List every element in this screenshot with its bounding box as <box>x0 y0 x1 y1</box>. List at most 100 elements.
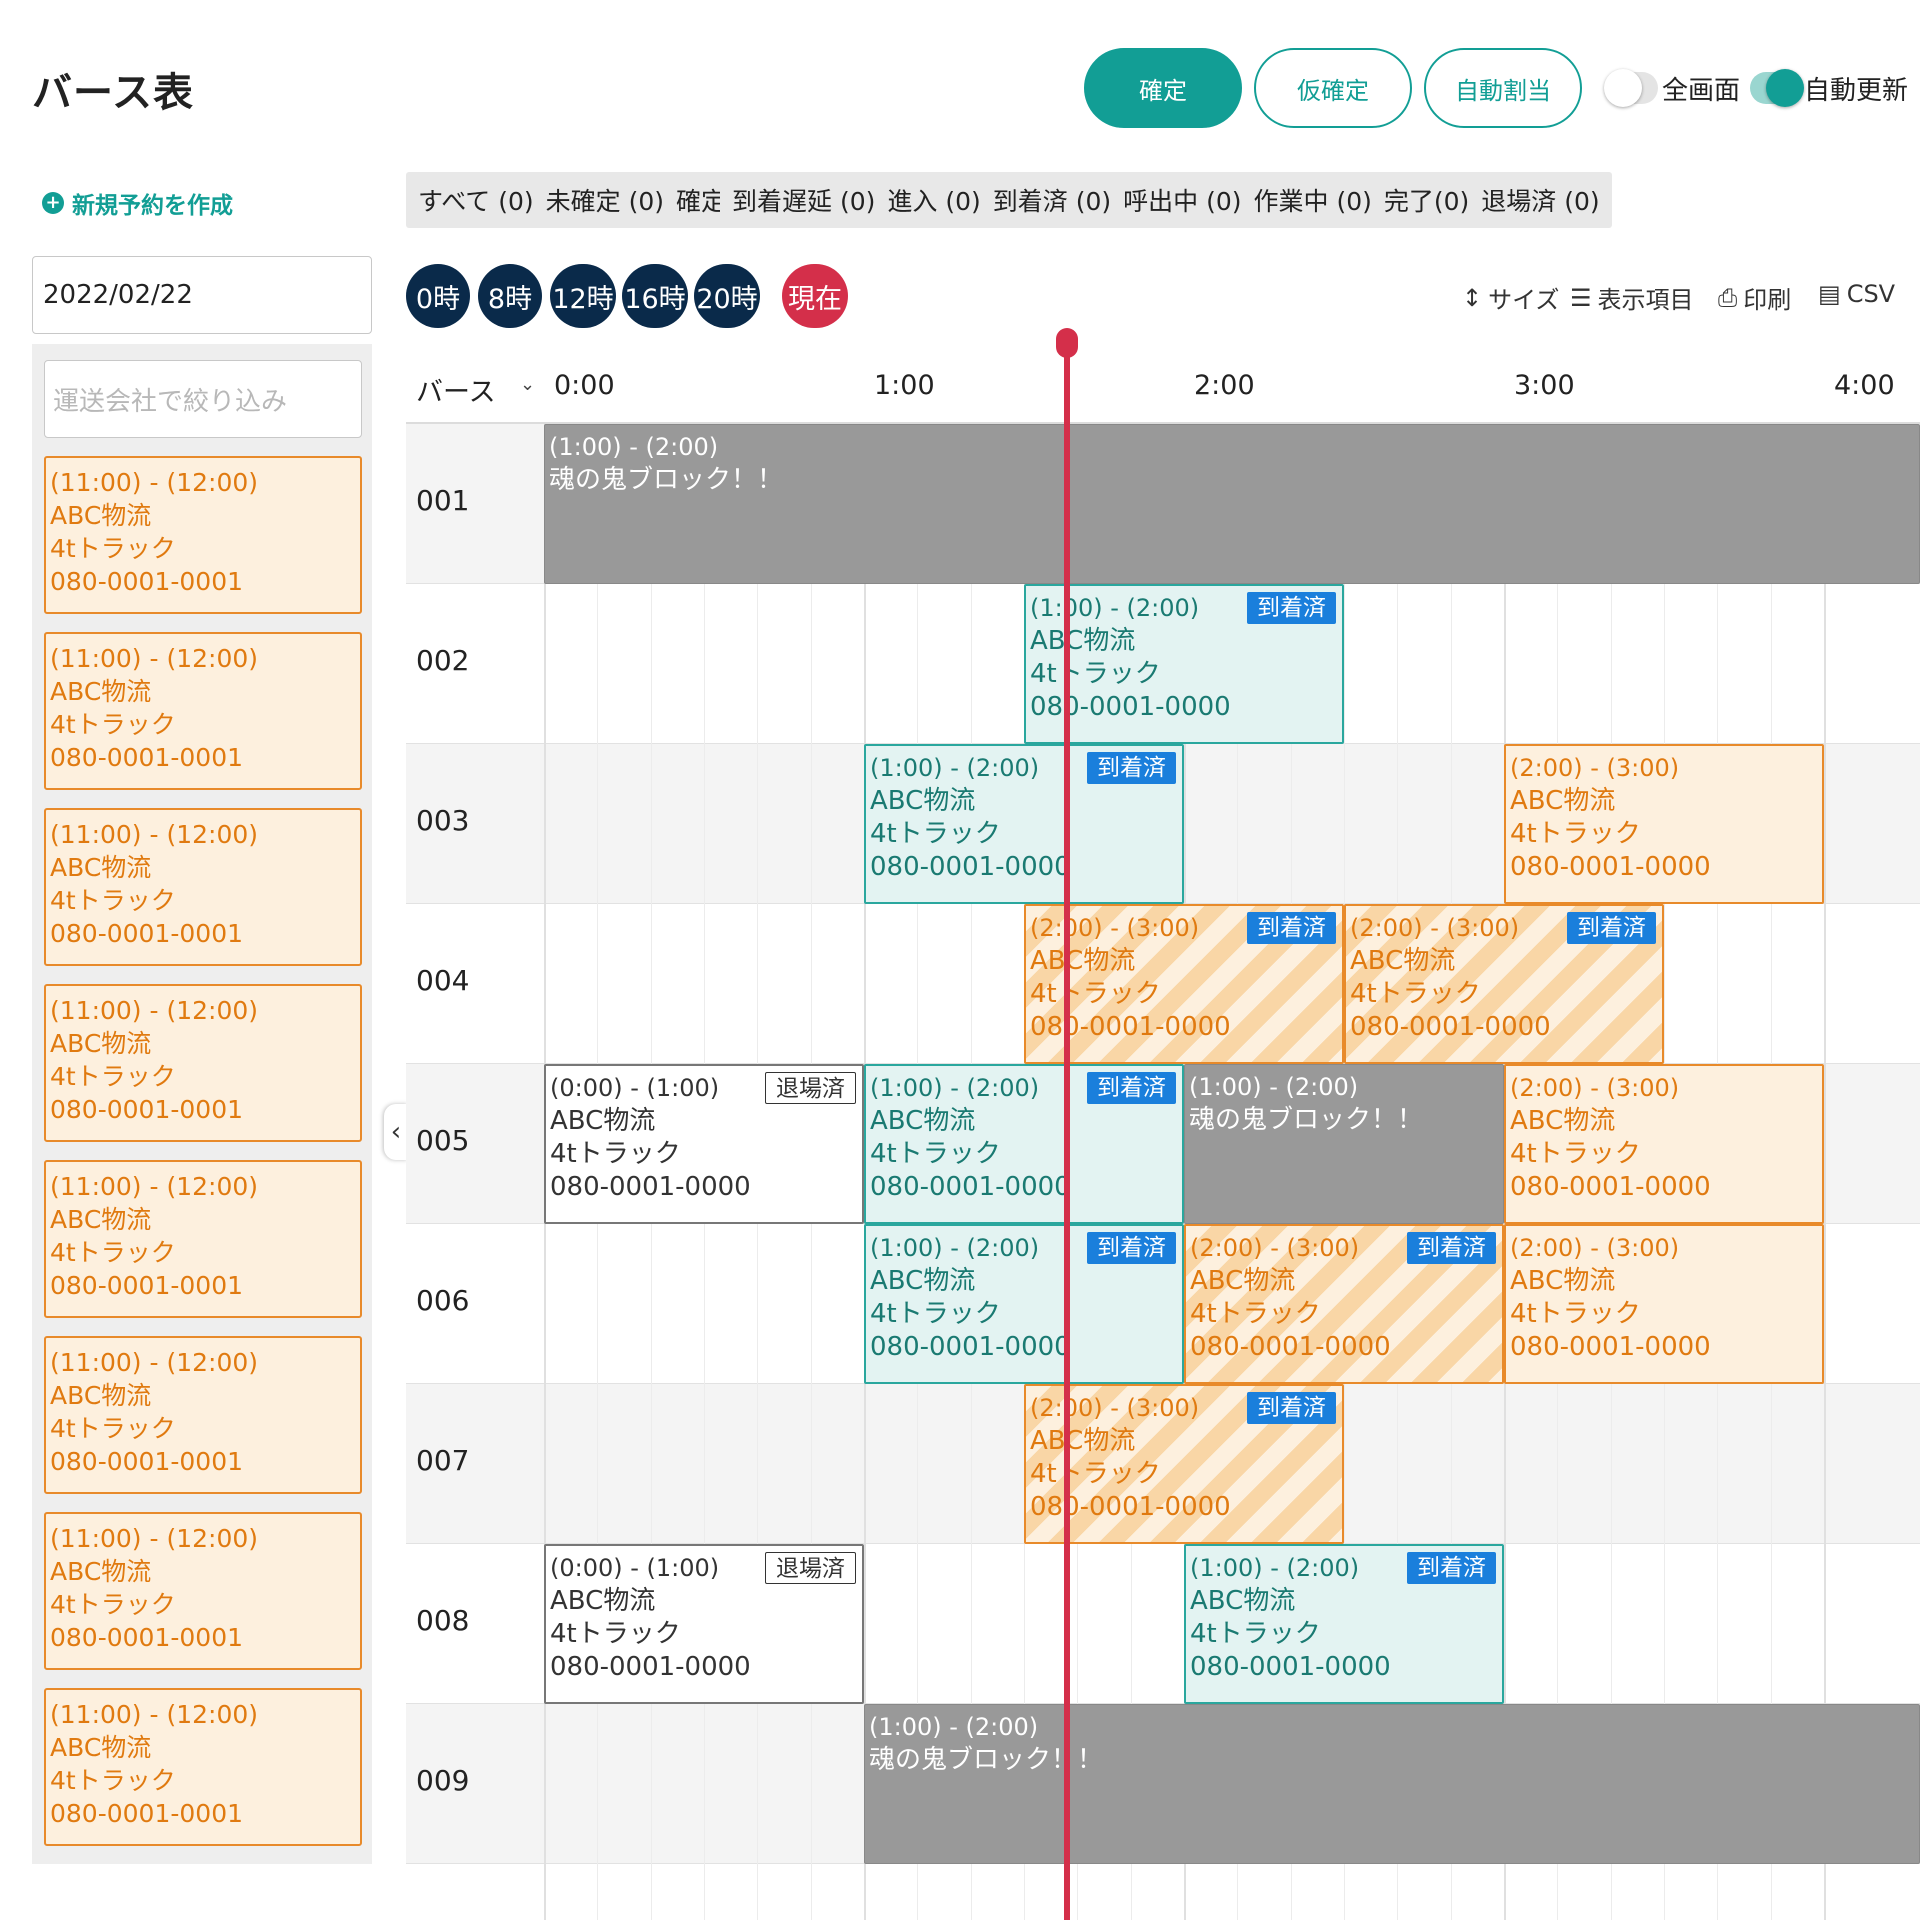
display-items-button[interactable]: ☰ 表示項目 <box>1570 280 1694 315</box>
status-filter-tab[interactable]: 到着遅延 (0) <box>732 182 875 218</box>
hour-button-16[interactable]: 16時 <box>622 264 688 328</box>
confirm-button[interactable]: 確定 <box>1084 48 1242 128</box>
status-filter-tab[interactable]: すべて (0) <box>418 182 534 218</box>
reservation-line1: ABC物流 <box>1350 946 1456 976</box>
size-button[interactable]: ↕ サイズ <box>1462 280 1559 315</box>
unassigned-phone: 080-0001-0001 <box>50 567 244 596</box>
reservation-line1: ABC物流 <box>1510 786 1616 816</box>
reservation-card[interactable]: (0:00) - (1:00) ABC物流 4tトラック 080-0001-0000 退… <box>544 1064 864 1224</box>
display-items-label: 表示項目 <box>1597 286 1694 314</box>
status-badge: 到着済 <box>1087 1072 1176 1104</box>
tentative-button[interactable]: 仮確定 <box>1254 48 1412 128</box>
berth-label: 003 <box>416 804 470 837</box>
reservation-card[interactable]: (2:00) - (3:00) ABC物流 4tトラック 080-0001-0000 <box>1504 744 1824 904</box>
hour-button-8[interactable]: 8時 <box>478 264 542 328</box>
unassigned-card[interactable]: (11:00) - (12:00) ABC物流 4tトラック 080-0001-000… <box>44 1160 362 1318</box>
status-filter-tab[interactable]: 進入 (0) <box>887 182 980 218</box>
reservation-card[interactable]: (1:00) - (2:00) ABC物流 4tトラック 080-0001-0000 到… <box>864 1064 1184 1224</box>
unassigned-time: (11:00) - (12:00) <box>50 996 259 1025</box>
status-filter-tab[interactable]: 未確定 (0) <box>546 182 664 218</box>
reservation-line3: 080-0001-0000 <box>1510 852 1711 882</box>
reservation-line1: 魂の鬼ブロック！！ <box>1189 1105 1424 1135</box>
status-filter-tab[interactable]: 到着済 (0) <box>993 182 1111 218</box>
reservation-line3: 080-0001-0000 <box>1510 1172 1711 1202</box>
reservation-card[interactable]: (1:00) - (2:00) ABC物流 4tトラック 080-0001-0000 到… <box>864 1224 1184 1384</box>
status-filter-tab[interactable]: 呼出中 (0) <box>1123 182 1241 218</box>
reservation-line3: 080-0001-0000 <box>1030 1492 1231 1522</box>
fullscreen-toggle[interactable] <box>1604 69 1658 107</box>
status-badge: 到着済 <box>1567 912 1656 944</box>
unassigned-time: (11:00) - (12:00) <box>50 644 259 673</box>
berth-label: 007 <box>416 1444 470 1477</box>
unassigned-card[interactable]: (11:00) - (12:00) ABC物流 4tトラック 080-0001-000… <box>44 1688 362 1846</box>
time-label: 3:00 <box>1514 370 1575 401</box>
reservation-line2: 4tトラック <box>870 1139 1001 1169</box>
reservation-card[interactable]: (2:00) - (3:00) ABC物流 4tトラック 080-0001-0000 到… <box>1184 1224 1504 1384</box>
current-time-line <box>1064 342 1070 1920</box>
reservation-line3: 080-0001-0000 <box>1030 1012 1231 1042</box>
fullscreen-label: 全画面 <box>1662 76 1741 106</box>
reservation-card[interactable]: (1:00) - (2:00) ABC物流 4tトラック 080-0001-0000 到… <box>1184 1544 1504 1704</box>
berth-label: 008 <box>416 1604 470 1637</box>
unassigned-phone: 080-0001-0001 <box>50 1271 244 1300</box>
status-filter-tab[interactable]: 完了(0) <box>1384 182 1469 218</box>
new-reservation-link[interactable]: + 新規予約を作成 <box>42 186 233 220</box>
reservation-card[interactable]: (1:00) - (2:00) ABC物流 4tトラック 080-0001-0000 到… <box>864 744 1184 904</box>
reservation-line2: 4tトラック <box>1510 1299 1641 1329</box>
unassigned-card[interactable]: (11:00) - (12:00) ABC物流 4tトラック 080-0001-000… <box>44 1512 362 1670</box>
reservation-line3: 080-0001-0000 <box>1350 1012 1551 1042</box>
unassigned-company: ABC物流 <box>50 677 152 706</box>
date-field[interactable]: 2022/02/22 <box>32 256 372 334</box>
status-filter-group-2: 到着遅延 (0) 進入 (0) 到着済 (0) 呼出中 (0) 作業中 (0) 完了(0)… <box>720 172 1612 228</box>
auto-update-toggle[interactable] <box>1750 69 1804 107</box>
unassigned-time: (11:00) - (12:00) <box>50 820 259 849</box>
reservation-time: (1:00) - (2:00) <box>1189 1073 1359 1101</box>
unassigned-phone: 080-0001-0001 <box>50 743 244 772</box>
status-filter-tab[interactable]: 作業中 (0) <box>1254 182 1372 218</box>
time-label: 0:00 <box>554 370 615 401</box>
hour-button-0[interactable]: 0時 <box>406 264 470 328</box>
reservation-card[interactable]: (2:00) - (3:00) ABC物流 4tトラック 080-0001-0000 <box>1504 1224 1824 1384</box>
block-reservation[interactable]: (1:00) - (2:00) 魂の鬼ブロック！！ <box>864 1704 1920 1864</box>
print-button[interactable]: ⎙ 印刷 <box>1718 280 1791 315</box>
carrier-filter-input[interactable]: 運送会社で絞り込み <box>44 360 362 438</box>
unassigned-truck: 4tトラック <box>50 1590 176 1619</box>
reservation-card[interactable]: (2:00) - (3:00) ABC物流 4tトラック 080-0001-0000 到… <box>1024 904 1344 1064</box>
block-reservation[interactable]: (1:00) - (2:00) 魂の鬼ブロック！！ <box>1184 1064 1504 1224</box>
status-filter-tab[interactable]: 退場済 (0) <box>1481 182 1599 218</box>
reservation-line1: ABC物流 <box>1510 1106 1616 1136</box>
csv-label: CSV <box>1846 280 1896 308</box>
csv-button[interactable]: ▤ CSV <box>1818 280 1895 308</box>
reservation-line1: ABC物流 <box>1030 626 1136 656</box>
status-badge: 到着済 <box>1247 912 1336 944</box>
collapse-sidebar-tab[interactable]: ‹ <box>384 1104 408 1160</box>
reservation-card[interactable]: (1:00) - (2:00) ABC物流 4tトラック 080-0001-0000 到… <box>1024 584 1344 744</box>
time-label: 2:00 <box>1194 370 1255 401</box>
chevron-down-icon[interactable]: ⌄ <box>520 374 535 395</box>
reservation-card[interactable]: (2:00) - (3:00) ABC物流 4tトラック 080-0001-0000 <box>1504 1064 1824 1224</box>
berth-label: 004 <box>416 964 470 997</box>
reservation-line1: ABC物流 <box>870 1106 976 1136</box>
auto-assign-button[interactable]: 自動割当 <box>1424 48 1582 128</box>
hour-button-20[interactable]: 20時 <box>694 264 760 328</box>
reservation-line1: ABC物流 <box>1510 1266 1616 1296</box>
print-label: 印刷 <box>1743 286 1792 314</box>
berth-column-header: バース <box>416 377 496 408</box>
unassigned-card[interactable]: (11:00) - (12:00) ABC物流 4tトラック 080-0001-000… <box>44 456 362 614</box>
reservation-line3: 080-0001-0000 <box>550 1172 751 1202</box>
unassigned-card[interactable]: (11:00) - (12:00) ABC物流 4tトラック 080-0001-000… <box>44 1336 362 1494</box>
unassigned-card[interactable]: (11:00) - (12:00) ABC物流 4tトラック 080-0001-000… <box>44 984 362 1142</box>
now-button[interactable]: 現在 <box>782 264 848 328</box>
reservation-card[interactable]: (2:00) - (3:00) ABC物流 4tトラック 080-0001-0000 到… <box>1344 904 1664 1064</box>
block-reservation[interactable]: (1:00) - (2:00) 魂の鬼ブロック！！ <box>544 424 1920 584</box>
reservation-line2: 4tトラック <box>1030 1459 1161 1489</box>
unassigned-card[interactable]: (11:00) - (12:00) ABC物流 4tトラック 080-0001-000… <box>44 632 362 790</box>
unassigned-company: ABC物流 <box>50 1205 152 1234</box>
berth-label: 006 <box>416 1284 470 1317</box>
unassigned-phone: 080-0001-0001 <box>50 1095 244 1124</box>
reservation-card[interactable]: (2:00) - (3:00) ABC物流 4tトラック 080-0001-0000 到… <box>1024 1384 1344 1544</box>
unassigned-card[interactable]: (11:00) - (12:00) ABC物流 4tトラック 080-0001-000… <box>44 808 362 966</box>
unassigned-phone: 080-0001-0001 <box>50 1623 244 1652</box>
reservation-card[interactable]: (0:00) - (1:00) ABC物流 4tトラック 080-0001-0000 退… <box>544 1544 864 1704</box>
hour-button-12[interactable]: 12時 <box>550 264 616 328</box>
